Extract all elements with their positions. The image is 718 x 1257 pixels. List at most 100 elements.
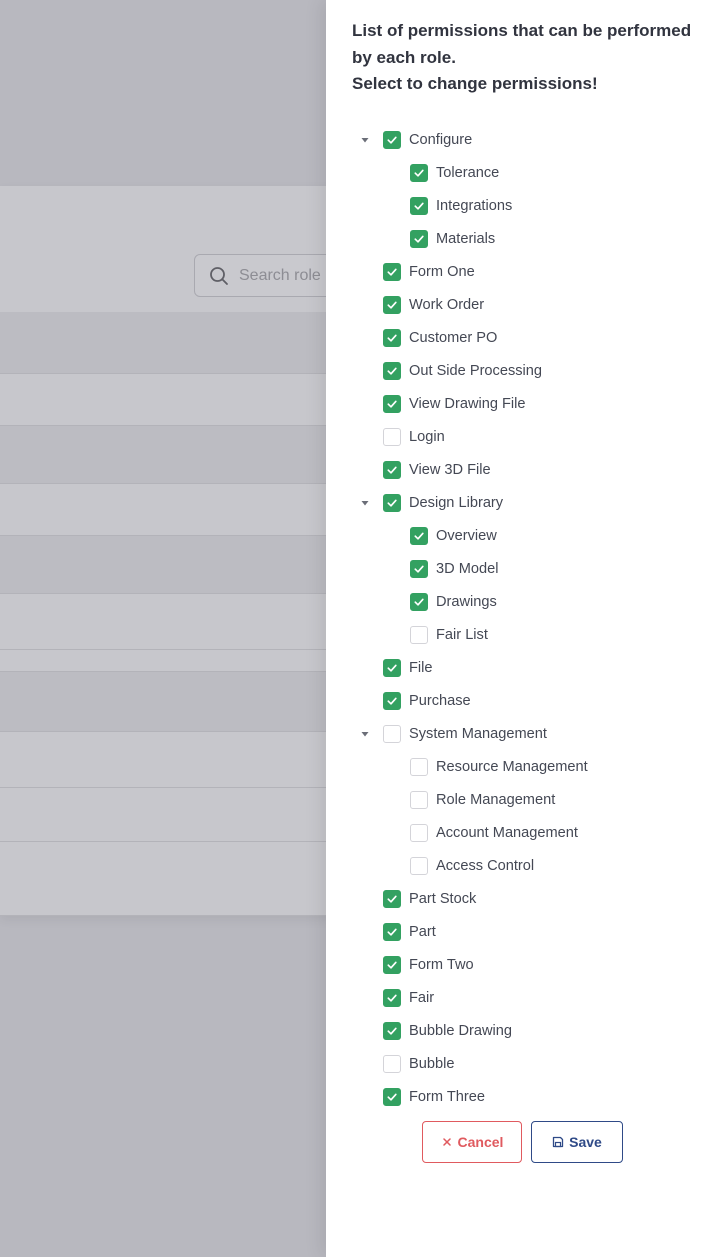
permission-label[interactable]: Login [409, 429, 445, 445]
tree-node[interactable]: Fair List [326, 618, 718, 651]
tree-node[interactable]: Access Control [326, 849, 718, 882]
cancel-button[interactable]: Cancel [422, 1121, 522, 1163]
tree-node[interactable]: Form Two [326, 948, 718, 981]
permission-label[interactable]: Design Library [409, 495, 503, 511]
permission-checkbox[interactable] [410, 625, 428, 644]
permission-checkbox[interactable] [383, 130, 401, 149]
permission-checkbox[interactable] [410, 229, 428, 248]
permission-label[interactable]: Part [409, 924, 436, 940]
tree-node[interactable]: Form One [326, 255, 718, 288]
permission-label[interactable]: Integrations [436, 198, 512, 214]
check-icon [414, 565, 424, 573]
permission-label[interactable]: Bubble [409, 1056, 454, 1072]
tree-node[interactable]: View 3D File [326, 453, 718, 486]
permission-label[interactable]: Out Side Processing [409, 363, 542, 379]
permission-checkbox[interactable] [383, 1021, 401, 1040]
permission-checkbox[interactable] [410, 196, 428, 215]
tree-node[interactable]: Form Three [326, 1080, 718, 1113]
permission-checkbox[interactable] [383, 493, 401, 512]
save-button-label: Save [569, 1134, 602, 1150]
permission-checkbox[interactable] [383, 460, 401, 479]
permission-checkbox[interactable] [383, 295, 401, 314]
tree-node[interactable]: Tolerance [326, 156, 718, 189]
permission-label[interactable]: 3D Model [436, 561, 498, 577]
tree-node[interactable]: Resource Management [326, 750, 718, 783]
check-icon [387, 268, 397, 276]
tree-node[interactable]: Account Management [326, 816, 718, 849]
permission-checkbox[interactable] [383, 988, 401, 1007]
permission-label[interactable]: File [409, 660, 433, 676]
permission-label[interactable]: View Drawing File [409, 396, 526, 412]
permission-label[interactable]: Form One [409, 264, 475, 280]
permission-label[interactable]: Part Stock [409, 891, 476, 907]
permission-checkbox[interactable] [383, 922, 401, 941]
tree-node[interactable]: Configure [326, 123, 718, 156]
caret-down-icon[interactable] [360, 498, 370, 508]
permission-checkbox[interactable] [383, 724, 401, 743]
permission-checkbox[interactable] [383, 889, 401, 908]
permission-label[interactable]: Account Management [436, 825, 578, 841]
caret-down-icon[interactable] [360, 729, 370, 739]
permission-label[interactable]: Configure [409, 132, 472, 148]
permission-checkbox[interactable] [383, 262, 401, 281]
tree-node[interactable]: Purchase [326, 684, 718, 717]
tree-node[interactable]: Bubble Drawing [326, 1014, 718, 1047]
permission-checkbox[interactable] [383, 1054, 401, 1073]
permission-label[interactable]: Resource Management [436, 759, 588, 775]
permission-label[interactable]: Drawings [436, 594, 497, 610]
permission-checkbox[interactable] [383, 658, 401, 677]
tree-node[interactable]: Part Stock [326, 882, 718, 915]
tree-node[interactable]: 3D Model [326, 552, 718, 585]
permission-checkbox[interactable] [383, 427, 401, 446]
permission-checkbox[interactable] [383, 691, 401, 710]
permission-label[interactable]: Bubble Drawing [409, 1023, 512, 1039]
permission-label[interactable]: System Management [409, 726, 547, 742]
permission-label[interactable]: Fair List [436, 627, 488, 643]
tree-node[interactable]: Bubble [326, 1047, 718, 1080]
permission-checkbox[interactable] [383, 328, 401, 347]
tree-node[interactable]: View Drawing File [326, 387, 718, 420]
permission-label[interactable]: Fair [409, 990, 434, 1006]
tree-node[interactable]: Integrations [326, 189, 718, 222]
permission-checkbox[interactable] [383, 361, 401, 380]
tree-node[interactable]: Role Management [326, 783, 718, 816]
permission-checkbox[interactable] [383, 955, 401, 974]
tree-node[interactable]: Customer PO [326, 321, 718, 354]
tree-node[interactable]: Drawings [326, 585, 718, 618]
tree-node[interactable]: Overview [326, 519, 718, 552]
tree-node[interactable]: Work Order [326, 288, 718, 321]
permission-checkbox[interactable] [410, 757, 428, 776]
permission-label[interactable]: Form Two [409, 957, 474, 973]
permission-checkbox[interactable] [410, 592, 428, 611]
permission-label[interactable]: Customer PO [409, 330, 497, 346]
caret-down-icon[interactable] [360, 135, 370, 145]
drawer-title-line: by each role. [352, 47, 456, 67]
permission-label[interactable]: Access Control [436, 858, 534, 874]
permission-checkbox[interactable] [410, 823, 428, 842]
tree-node[interactable]: Out Side Processing [326, 354, 718, 387]
tree-node[interactable]: File [326, 651, 718, 684]
permission-label[interactable]: Materials [436, 231, 495, 247]
check-icon [387, 400, 397, 408]
tree-node[interactable]: Fair [326, 981, 718, 1014]
tree-node[interactable]: Design Library [326, 486, 718, 519]
save-button[interactable]: Save [531, 1121, 623, 1163]
permission-checkbox[interactable] [410, 856, 428, 875]
tree-node[interactable]: Login [326, 420, 718, 453]
tree-node[interactable]: Part [326, 915, 718, 948]
permission-label[interactable]: View 3D File [409, 462, 491, 478]
permission-label[interactable]: Tolerance [436, 165, 499, 181]
permission-checkbox[interactable] [410, 163, 428, 182]
permission-label[interactable]: Role Management [436, 792, 555, 808]
permission-checkbox[interactable] [383, 394, 401, 413]
permission-checkbox[interactable] [410, 790, 428, 809]
permission-checkbox[interactable] [383, 1087, 401, 1106]
permission-label[interactable]: Overview [436, 528, 497, 544]
tree-node[interactable]: Materials [326, 222, 718, 255]
tree-node[interactable]: System Management [326, 717, 718, 750]
permission-label[interactable]: Purchase [409, 693, 471, 709]
permission-checkbox[interactable] [410, 526, 428, 545]
permission-label[interactable]: Form Three [409, 1089, 485, 1105]
permission-label[interactable]: Work Order [409, 297, 484, 313]
permission-checkbox[interactable] [410, 559, 428, 578]
